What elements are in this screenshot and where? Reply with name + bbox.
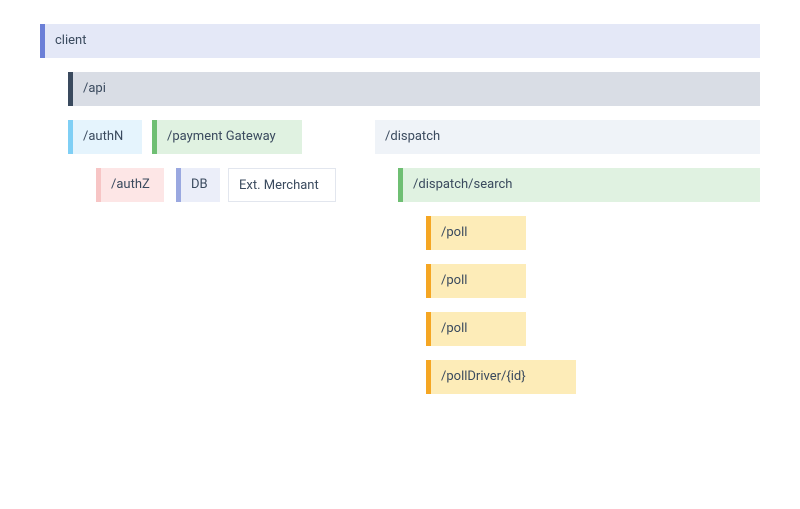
span-dispatch-search: /dispatch/search <box>398 168 760 202</box>
span-client: client <box>40 24 760 58</box>
span-api: /api <box>68 72 760 106</box>
span-poll-1: /poll <box>426 216 526 250</box>
span-fill: /authZ <box>101 168 164 202</box>
span-poll-driver: /pollDriver/{id} <box>426 360 576 394</box>
span-fill: Ext. Merchant <box>229 169 335 201</box>
span-poll-2: /poll <box>426 264 526 298</box>
span-label: DB <box>181 168 220 202</box>
span-dispatch: /dispatch <box>370 120 760 154</box>
span-fill: /api <box>73 72 760 106</box>
span-db: DB <box>176 168 220 202</box>
span-fill: DB <box>181 168 220 202</box>
span-label: Ext. Merchant <box>229 169 335 203</box>
span-label: /authZ <box>101 168 164 202</box>
span-label: /poll <box>431 264 526 298</box>
span-fill: /payment Gateway <box>157 120 302 154</box>
span-fill: /poll <box>431 312 526 346</box>
span-fill: /dispatch <box>375 120 760 154</box>
span-label: /payment Gateway <box>157 120 302 154</box>
span-authz: /authZ <box>96 168 164 202</box>
span-fill: /authN <box>73 120 142 154</box>
span-poll-3: /poll <box>426 312 526 346</box>
span-label: /poll <box>431 216 526 250</box>
span-label: /authN <box>73 120 142 154</box>
span-ext-merchant: Ext. Merchant <box>228 168 336 202</box>
span-label: /dispatch/search <box>403 168 760 202</box>
span-fill: /poll <box>431 264 526 298</box>
span-label: /pollDriver/{id} <box>431 360 576 394</box>
span-payment-gateway: /payment Gateway <box>152 120 302 154</box>
span-label: client <box>45 24 760 58</box>
span-fill: /pollDriver/{id} <box>431 360 576 394</box>
span-label: /api <box>73 72 760 106</box>
span-label: /dispatch <box>375 120 760 154</box>
span-fill: client <box>45 24 760 58</box>
span-label: /poll <box>431 312 526 346</box>
span-fill: /poll <box>431 216 526 250</box>
span-fill: /dispatch/search <box>403 168 760 202</box>
span-authn: /authN <box>68 120 142 154</box>
